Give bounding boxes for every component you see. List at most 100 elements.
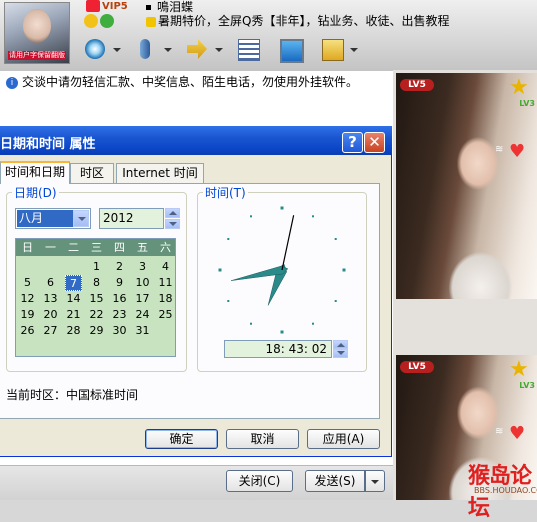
time-up-button[interactable] xyxy=(333,340,348,349)
remote-video[interactable]: LV5 ★ LV3 ≋ ♥ xyxy=(396,73,537,299)
calendar-day[interactable]: 5 xyxy=(19,275,36,291)
clock-tick xyxy=(280,330,284,334)
clock-tick xyxy=(250,322,252,325)
clock-tick xyxy=(227,238,230,240)
avatar-face xyxy=(23,9,51,43)
chevron-down-icon xyxy=(371,479,379,484)
chevron-up-icon xyxy=(337,343,345,347)
online-icon[interactable] xyxy=(100,13,114,28)
status-dot-icon xyxy=(146,5,151,10)
year-down-button[interactable] xyxy=(165,219,180,229)
calendar-day[interactable]: 28 xyxy=(65,323,82,339)
calendar-weekday-label: 六 xyxy=(160,241,171,254)
remote-desktop-icon xyxy=(280,39,304,63)
calendar-day[interactable]: 29 xyxy=(88,323,105,339)
dialog-close-button[interactable]: ✕ xyxy=(364,132,385,153)
apply-button[interactable]: 应用(A) xyxy=(307,429,380,449)
close-chat-button[interactable]: 关闭(C) xyxy=(226,470,293,492)
level-small-badge: LV3 xyxy=(519,99,535,108)
voice-button[interactable] xyxy=(133,36,172,64)
heart-icon: ♥ xyxy=(509,141,526,162)
signature-icon xyxy=(146,16,156,27)
avatar[interactable]: 请用户字保留翻版 xyxy=(4,2,70,64)
calendar-day[interactable]: 26 xyxy=(19,323,36,339)
level-badge: LV5 xyxy=(400,79,434,91)
chevron-down-icon[interactable] xyxy=(215,48,223,52)
webcam-button[interactable] xyxy=(82,36,121,64)
calendar-day[interactable]: 31 xyxy=(134,323,151,339)
calendar-day[interactable]: 1 xyxy=(88,259,105,275)
calendar-day[interactable]: 19 xyxy=(19,307,36,323)
wing-icon: ≋ xyxy=(495,144,504,155)
calendar-day[interactable]: 3 xyxy=(134,259,151,275)
time-input[interactable]: 18: 43: 02 xyxy=(224,340,332,358)
avatar-caption: 请用户字保留翻版 xyxy=(8,51,66,60)
calendar-day[interactable]: 2 xyxy=(111,259,128,275)
calendar-day[interactable]: 13 xyxy=(42,291,59,307)
send-options-button[interactable] xyxy=(365,470,385,492)
chevron-up-icon xyxy=(169,211,177,215)
date-group-label: 日期(D) xyxy=(12,184,59,201)
time-group-label: 时间(T) xyxy=(203,184,248,201)
calendar-day[interactable]: 27 xyxy=(42,323,59,339)
calendar-day[interactable]: 15 xyxy=(88,291,105,307)
calendar-day[interactable]: 4 xyxy=(157,259,174,275)
app-add-button[interactable] xyxy=(235,36,261,64)
remote-desktop-button[interactable] xyxy=(277,36,304,64)
tab-timezone[interactable]: 时区 xyxy=(70,163,114,183)
app-add-icon xyxy=(238,39,260,61)
contact-signature: 暑期特价，全屏Q秀【非年】，钻业务、收徒、出售教程 xyxy=(146,12,449,30)
calendar-day[interactable]: 25 xyxy=(157,307,174,323)
webcam-icon xyxy=(85,39,105,59)
time-down-button[interactable] xyxy=(333,349,348,358)
star-icon: ★ xyxy=(509,75,529,100)
tab-internet-time[interactable]: Internet 时间 xyxy=(116,163,204,183)
ok-button[interactable]: 确定 xyxy=(145,429,218,449)
calendar-weekday-label: 二 xyxy=(68,241,79,254)
send-button[interactable]: 发送(S) xyxy=(305,470,365,492)
year-up-button[interactable] xyxy=(165,208,180,218)
calendar-day[interactable]: 6 xyxy=(42,275,59,291)
chevron-down-icon[interactable] xyxy=(350,48,358,52)
calendar-day[interactable]: 8 xyxy=(88,275,105,291)
calendar-day[interactable]: 22 xyxy=(88,307,105,323)
dialog-title: 日期和时间 属性 xyxy=(0,137,96,152)
file-transfer-button[interactable] xyxy=(184,36,223,64)
vip-icon xyxy=(86,0,100,12)
calendar-day[interactable]: 9 xyxy=(111,275,128,291)
calendar-day-selected[interactable]: 7 xyxy=(65,275,82,291)
calendar-day[interactable]: 20 xyxy=(42,307,59,323)
calendar-day[interactable]: 11 xyxy=(157,275,174,291)
tab-date-time[interactable]: 时间和日期 xyxy=(0,161,70,184)
qq-icon[interactable] xyxy=(84,13,98,28)
chevron-down-icon[interactable] xyxy=(164,48,172,52)
note-button[interactable] xyxy=(319,36,358,64)
calendar-day[interactable]: 17 xyxy=(134,291,151,307)
chevron-down-icon[interactable] xyxy=(113,48,121,52)
clock-tick xyxy=(227,300,230,302)
calendar-day[interactable]: 12 xyxy=(19,291,36,307)
calendar-day[interactable]: 16 xyxy=(111,291,128,307)
status-icons xyxy=(84,13,116,29)
month-select[interactable]: 八月 xyxy=(15,208,91,229)
calendar-weekday-label: 日 xyxy=(22,241,33,254)
chevron-down-icon[interactable] xyxy=(73,210,89,227)
clock-tick xyxy=(312,215,314,218)
wing-icon: ≋ xyxy=(495,426,504,437)
level-small-badge: LV3 xyxy=(519,381,535,390)
help-button[interactable]: ? xyxy=(342,132,363,153)
calendar-day[interactable]: 23 xyxy=(111,307,128,323)
year-input[interactable]: 2012 xyxy=(99,208,164,229)
calendar-day[interactable]: 24 xyxy=(134,307,151,323)
chevron-down-icon xyxy=(337,351,345,355)
calendar-day[interactable]: 14 xyxy=(65,291,82,307)
cancel-button[interactable]: 取消 xyxy=(226,429,299,449)
calendar-day[interactable]: 30 xyxy=(111,323,128,339)
calendar-day[interactable]: 21 xyxy=(65,307,82,323)
safety-notice: i 交谈中请勿轻信汇款、中奖信息、陌生电话，勿使用外挂软件。 xyxy=(0,72,393,92)
calendar-day[interactable]: 10 xyxy=(134,275,151,291)
vip-badge[interactable]: VIP5 xyxy=(86,0,128,14)
calendar-day[interactable]: 18 xyxy=(157,291,174,307)
clock-tick xyxy=(218,268,222,272)
chevron-down-icon xyxy=(169,222,177,226)
